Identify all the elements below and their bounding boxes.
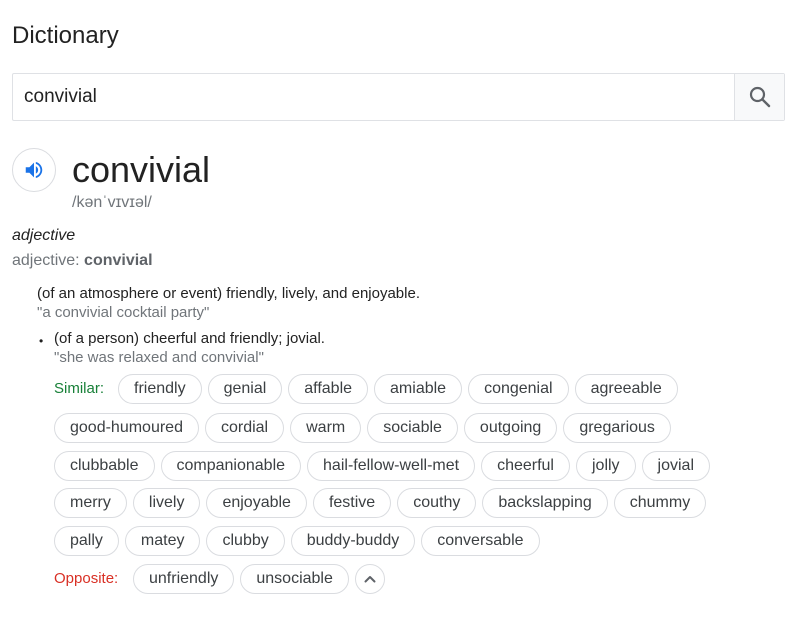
synonym-chip[interactable]: lively: [132, 488, 201, 518]
pos-prefix: adjective:: [12, 252, 85, 269]
opposite-row: unfriendly unsociable: [133, 564, 385, 594]
synonym-chip[interactable]: conversable: [421, 526, 540, 556]
synonym-chip[interactable]: clubbable: [54, 451, 155, 481]
similar-row-1: friendly genial affable amiable congenia…: [118, 374, 678, 404]
example-1: "a convivial cocktail party": [37, 304, 210, 321]
chevron-up-icon: [364, 576, 376, 583]
similar-row-3: clubbable companionable hail-fellow-well…: [54, 451, 711, 481]
synonym-chip[interactable]: festive: [312, 488, 392, 518]
synonym-chip[interactable]: backslapping: [482, 488, 608, 518]
search-input[interactable]: [13, 74, 734, 120]
part-of-speech-line: adjective: convivial: [12, 252, 153, 270]
synonym-chip[interactable]: cordial: [204, 413, 285, 443]
similar-label: Similar:: [54, 380, 105, 397]
antonym-chip[interactable]: unfriendly: [133, 564, 235, 594]
synonym-chip[interactable]: cheerful: [481, 451, 570, 481]
synonym-chip[interactable]: sociable: [367, 413, 458, 443]
synonym-chip[interactable]: jolly: [575, 451, 636, 481]
pos-word: convivial: [84, 252, 153, 269]
synonym-chip[interactable]: merry: [54, 488, 127, 518]
synonym-chip[interactable]: matey: [124, 526, 201, 556]
dictionary-page: Dictionary convivial /kənˈvɪvɪəl/ adject…: [0, 0, 799, 624]
collapse-button[interactable]: [354, 564, 385, 594]
synonym-chip[interactable]: affable: [288, 374, 369, 404]
opposite-label: Opposite:: [54, 570, 119, 587]
synonym-chip[interactable]: companionable: [160, 451, 302, 481]
search-bar: [12, 73, 785, 121]
synonym-chip[interactable]: warm: [290, 413, 362, 443]
similar-row-2: good-humoured cordial warm sociable outg…: [54, 413, 671, 443]
similar-row-4: merry lively enjoyable festive couthy ba…: [54, 488, 707, 518]
synonym-chip[interactable]: chummy: [613, 488, 707, 518]
synonym-chip[interactable]: congenial: [468, 374, 569, 404]
synonym-chip[interactable]: hail-fellow-well-met: [307, 451, 476, 481]
synonym-chip[interactable]: good-humoured: [54, 413, 199, 443]
definition-bullet: •: [39, 334, 44, 348]
synonym-chip[interactable]: couthy: [397, 488, 477, 518]
pronunciation-button[interactable]: [12, 148, 56, 192]
headword: convivial: [72, 149, 211, 190]
page-title: Dictionary: [12, 22, 119, 49]
example-2: "she was relaxed and convivial": [54, 349, 264, 366]
synonym-chip[interactable]: amiable: [374, 374, 463, 404]
similar-row-5: pally matey clubby buddy-buddy conversab…: [54, 526, 540, 556]
synonym-chip[interactable]: agreeable: [574, 374, 678, 404]
phonetic-spelling: /kənˈvɪvɪəl/: [72, 194, 152, 211]
synonym-chip[interactable]: jovial: [641, 451, 711, 481]
synonym-chip[interactable]: outgoing: [463, 413, 558, 443]
part-of-speech: adjective: [12, 227, 76, 244]
speaker-icon: [25, 161, 43, 179]
search-button[interactable]: [734, 74, 784, 120]
synonym-chip[interactable]: friendly: [118, 374, 202, 404]
antonym-chip[interactable]: unsociable: [240, 564, 349, 594]
synonym-chip[interactable]: clubby: [206, 526, 285, 556]
synonym-chip[interactable]: buddy-buddy: [290, 526, 416, 556]
definition-1: (of an atmosphere or event) friendly, li…: [37, 285, 420, 302]
definition-2: (of a person) cheerful and friendly; jov…: [54, 330, 325, 347]
synonym-chip[interactable]: gregarious: [563, 413, 671, 443]
search-icon: [749, 86, 770, 108]
synonym-chip[interactable]: enjoyable: [206, 488, 307, 518]
synonym-chip[interactable]: pally: [54, 526, 119, 556]
synonym-chip[interactable]: genial: [207, 374, 283, 404]
